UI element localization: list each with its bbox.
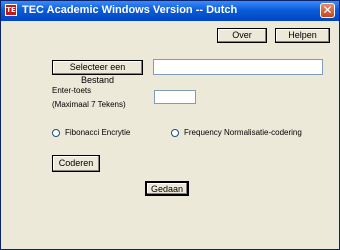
over-button[interactable]: Over <box>217 28 267 43</box>
max-chars-label: (Maximaal 7 Tekens) <box>52 100 126 109</box>
dialog-window: TE TEC Academic Windows Version -- Dutch… <box>0 0 340 250</box>
helpen-button-label: Helpen <box>288 30 317 40</box>
frequency-radio-label[interactable]: Frequency Normalisatie-codering <box>184 128 302 137</box>
title-bar[interactable]: TE TEC Academic Windows Version -- Dutch… <box>1 1 339 21</box>
enter-key-label: Enter-toets <box>52 86 92 95</box>
fibonacci-radio-label[interactable]: Fibonacci Encrytie <box>65 128 130 137</box>
helpen-button[interactable]: Helpen <box>275 28 330 43</box>
close-icon: ✕ <box>322 3 333 17</box>
gedaan-button-label: Gedaan <box>150 184 184 194</box>
coderen-button[interactable]: Coderen <box>52 155 100 172</box>
coderen-button-label: Coderen <box>58 158 94 168</box>
select-file-button-label: Selecteer een Bestand <box>69 62 126 85</box>
file-path-field[interactable] <box>153 59 323 75</box>
app-icon: TE <box>5 4 17 16</box>
close-button[interactable]: ✕ <box>320 3 335 18</box>
frequency-radio[interactable] <box>171 129 179 137</box>
over-button-label: Over <box>232 30 252 40</box>
fibonacci-radio[interactable] <box>52 129 60 137</box>
window-title: TEC Academic Windows Version -- Dutch <box>22 4 238 16</box>
gedaan-button[interactable]: Gedaan <box>145 181 189 196</box>
enter-key-field[interactable] <box>154 90 196 104</box>
select-file-button[interactable]: Selecteer een Bestand <box>52 60 143 85</box>
